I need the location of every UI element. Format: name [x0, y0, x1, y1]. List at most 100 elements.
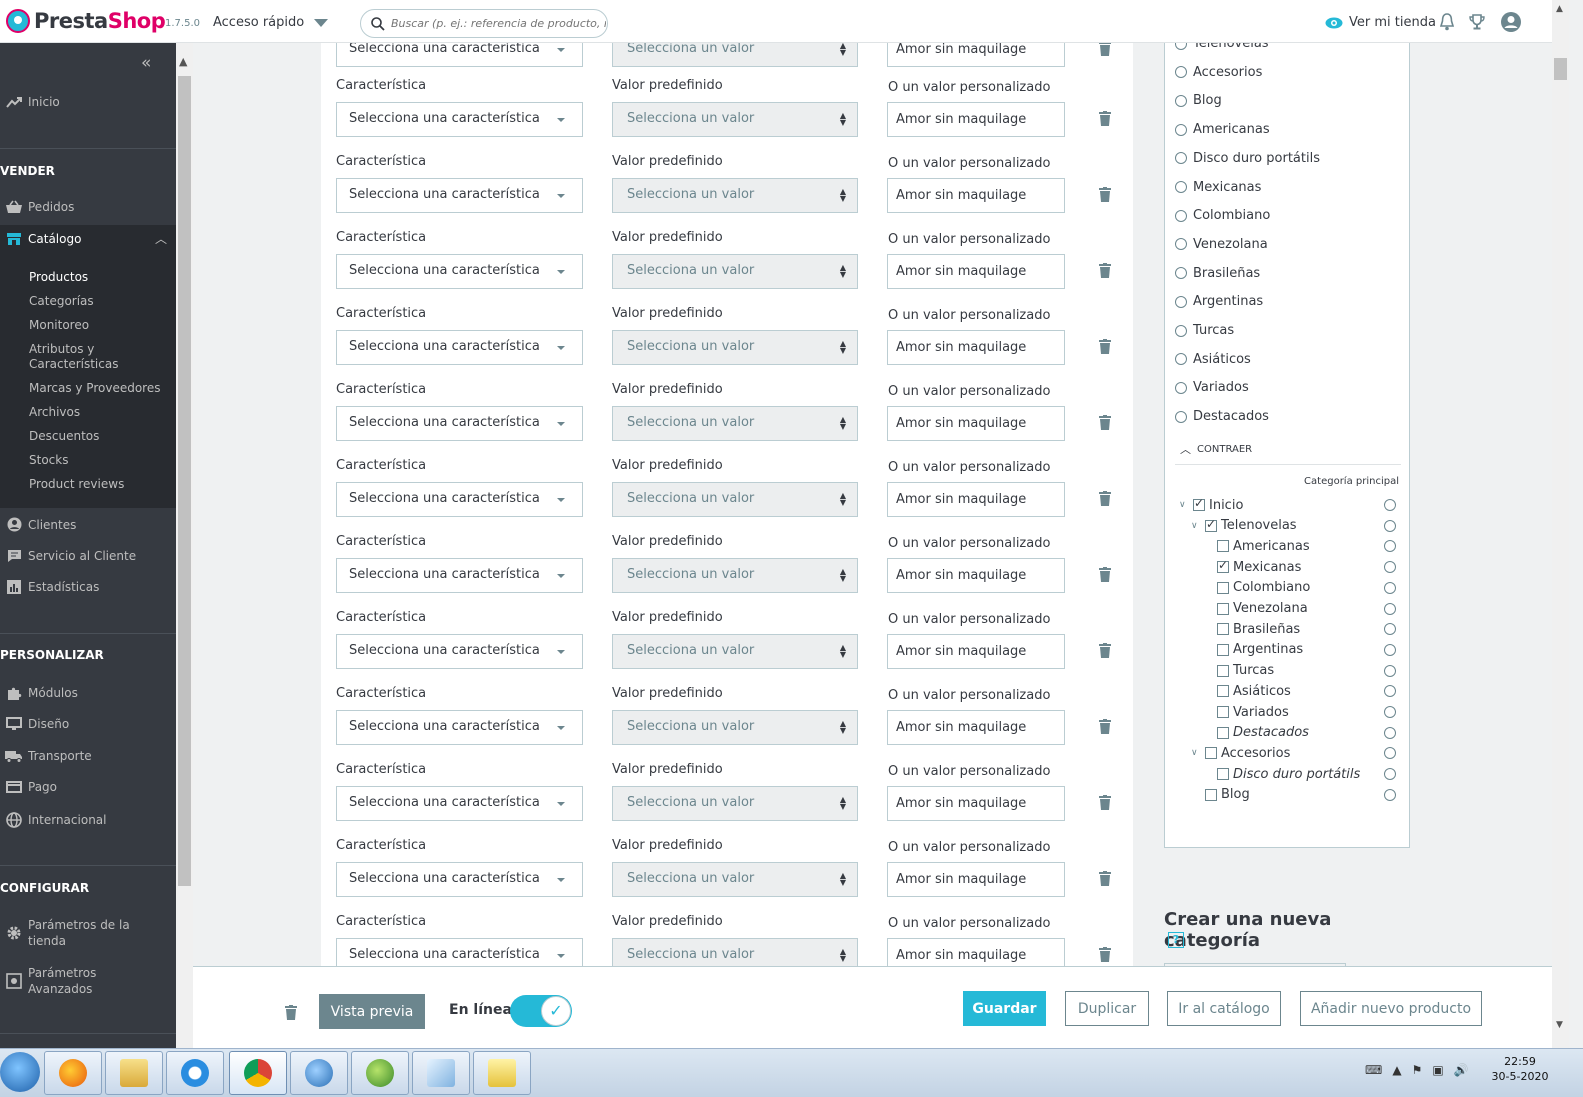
feature-select[interactable]: Selecciona una característica [336, 406, 583, 441]
sidebar-item-shipping[interactable]: Transporte [0, 749, 176, 763]
radio-button[interactable] [1175, 66, 1187, 79]
category-checkbox[interactable] [1205, 747, 1217, 760]
radio-button[interactable] [1175, 123, 1187, 136]
main-category-radio[interactable] [1384, 643, 1396, 656]
value-select[interactable]: Selecciona un valor ▲ ▼ [612, 330, 858, 365]
category-checkbox[interactable] [1217, 664, 1229, 677]
main-category-radio[interactable] [1384, 623, 1396, 636]
trash-icon[interactable] [1099, 643, 1111, 658]
category-tree-item[interactable]: ∨ Telenovelas [1191, 517, 1297, 535]
search-input[interactable] [391, 17, 606, 30]
category-checkbox[interactable] [1217, 643, 1229, 656]
collapse-toggle[interactable]: ︿ CONTRAER [1180, 441, 1252, 457]
trash-icon[interactable] [1099, 415, 1111, 430]
custom-value-input[interactable]: Amor sin maquilage [887, 862, 1065, 897]
action-center-icon[interactable]: ⚑ [1412, 1063, 1423, 1077]
sidebar-sub-files[interactable]: Archivos [29, 405, 80, 420]
category-tree-item[interactable]: Destacados [1217, 724, 1309, 742]
radio-button[interactable] [1175, 238, 1187, 251]
category-radio-option[interactable]: Americanas [1175, 122, 1270, 137]
keyboard-icon[interactable]: ⌨ [1365, 1063, 1382, 1077]
feature-select[interactable]: Selecciona una característica [336, 102, 583, 137]
tray-up-arrow-icon[interactable]: ▲ [1392, 1063, 1401, 1077]
sidebar-scrollbar[interactable]: ▲ [176, 43, 193, 1048]
main-category-radio[interactable] [1384, 540, 1396, 553]
trash-icon[interactable] [1099, 43, 1111, 56]
custom-value-input[interactable]: Amor sin maquilage [887, 406, 1065, 441]
scroll-up-arrow-icon[interactable]: ▲ [1556, 4, 1563, 14]
radio-button[interactable] [1175, 295, 1187, 308]
trash-icon[interactable] [1099, 111, 1111, 126]
trash-icon[interactable] [1099, 339, 1111, 354]
category-tree-item[interactable]: Blog [1205, 786, 1250, 804]
main-category-radio[interactable] [1384, 561, 1396, 574]
value-select[interactable]: Selecciona un valor ▲ ▼ [612, 862, 858, 897]
value-select[interactable]: Selecciona un valor ▲ ▼ [612, 710, 858, 745]
category-checkbox[interactable] [1217, 581, 1229, 594]
main-category-radio[interactable] [1384, 602, 1396, 615]
sidebar-item-orders[interactable]: Pedidos [0, 200, 176, 214]
category-tree-item[interactable]: Argentinas [1217, 641, 1303, 659]
category-checkbox[interactable] [1193, 496, 1205, 511]
go-to-catalog-button[interactable]: Ir al catálogo [1167, 991, 1281, 1026]
user-account-icon[interactable] [1500, 11, 1522, 33]
category-radio-option[interactable]: Blog [1175, 93, 1222, 108]
category-tree-item[interactable]: ∨ Accesorios [1191, 744, 1290, 762]
firefox-taskbar-icon[interactable] [44, 1051, 102, 1095]
category-radio-option[interactable]: Colombiano [1175, 208, 1270, 223]
value-select[interactable]: Selecciona un valor ▲ ▼ [612, 178, 858, 213]
category-tree-item[interactable]: Americanas [1217, 537, 1310, 555]
radio-button[interactable] [1175, 152, 1187, 165]
value-select[interactable]: Selecciona un valor ▲ ▼ [612, 558, 858, 593]
sidebar-item-catalog[interactable]: Catálogo ︿ [0, 232, 176, 246]
sidebar-item-payment[interactable]: Pago [0, 780, 176, 794]
feature-select[interactable]: Selecciona una característica [336, 634, 583, 669]
sidebar-sub-stocks[interactable]: Stocks [29, 453, 68, 468]
notepad-taskbar-icon[interactable] [412, 1051, 470, 1095]
main-category-radio[interactable] [1384, 581, 1396, 594]
preview-button[interactable]: Vista previa [319, 994, 425, 1029]
category-radio-option[interactable]: Telenovelas [1175, 43, 1269, 51]
category-tree-item[interactable]: Brasileñas [1217, 620, 1300, 638]
quick-access-dropdown[interactable]: Acceso rápido [213, 15, 329, 30]
contact-app-taskbar-icon[interactable] [473, 1051, 531, 1095]
scroll-up-arrow-icon[interactable]: ▲ [179, 55, 187, 68]
radio-button[interactable] [1175, 353, 1187, 366]
category-checkbox[interactable] [1217, 706, 1229, 718]
category-tree-item[interactable]: Variados [1217, 703, 1289, 721]
sidebar-sub-reviews[interactable]: Product reviews [29, 477, 124, 492]
sidebar-item-design[interactable]: Diseño [0, 717, 176, 731]
view-store-link[interactable]: Ver mi tienda [1325, 15, 1436, 30]
ie-taskbar-icon[interactable] [166, 1051, 224, 1095]
sidebar-item-home[interactable]: Inicio [0, 95, 176, 109]
category-checkbox[interactable] [1205, 517, 1217, 532]
category-radio-option[interactable]: Asiáticos [1175, 352, 1251, 367]
search-box[interactable] [360, 9, 608, 38]
windows-start-button[interactable] [0, 1052, 40, 1092]
feature-select[interactable]: Selecciona una característica [336, 558, 583, 593]
collapse-sidebar-icon[interactable]: « [141, 53, 151, 73]
trash-icon[interactable] [1099, 263, 1111, 278]
sidebar-sub-categories[interactable]: Categorías [29, 294, 94, 309]
feature-select[interactable]: Selecciona una característica [336, 938, 583, 966]
category-radio-option[interactable]: Venezolana [1175, 237, 1268, 252]
custom-value-input[interactable]: Amor sin maquilage [887, 786, 1065, 821]
custom-value-input[interactable]: Amor sin maquilage [887, 938, 1065, 966]
main-category-radio[interactable] [1384, 685, 1396, 698]
category-checkbox[interactable] [1217, 685, 1229, 698]
category-radio-option[interactable]: Disco duro portátils [1175, 151, 1320, 166]
main-category-radio[interactable] [1384, 519, 1396, 532]
trash-icon[interactable] [1099, 871, 1111, 886]
value-select[interactable]: Selecciona un valor ▲ ▼ [612, 406, 858, 441]
category-checkbox[interactable] [1217, 623, 1229, 636]
prestashop-logo[interactable]: PrestaShop [6, 9, 166, 33]
category-tree-item[interactable]: Disco duro portátils [1217, 765, 1360, 783]
trash-icon[interactable] [1099, 947, 1111, 962]
main-category-radio[interactable] [1384, 747, 1396, 760]
network-app-taskbar-icon[interactable] [290, 1051, 348, 1095]
category-checkbox[interactable] [1217, 558, 1229, 574]
feature-select[interactable]: Selecciona una característica [336, 178, 583, 213]
taskbar-clock[interactable]: 22:59 30-5-2020 [1490, 1054, 1550, 1084]
sidebar-item-international[interactable]: Internacional [0, 812, 176, 828]
sidebar-item-customer-service[interactable]: Servicio al Cliente [0, 549, 176, 563]
